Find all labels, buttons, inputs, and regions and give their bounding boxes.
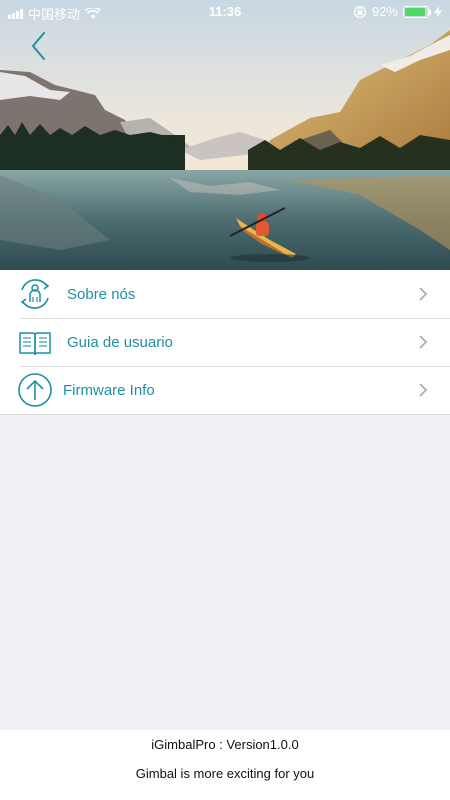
battery-icon: [403, 5, 431, 18]
menu-item-user-guide[interactable]: Guia de usuario: [0, 318, 450, 366]
arrow-up-circle-icon: [18, 373, 52, 407]
menu-item-label: Firmware Info: [63, 381, 155, 399]
battery-percent: 92%: [371, 4, 398, 19]
chevron-right-icon: [419, 383, 428, 397]
back-button[interactable]: [26, 30, 52, 62]
menu-item-label: Sobre nós: [67, 285, 136, 303]
settings-menu: Sobre nós Guia de usuario Firmware Info: [0, 270, 450, 415]
menu-item-label: Guia de usuario: [67, 333, 173, 351]
battery-level-fill: [405, 7, 426, 16]
book-icon: [19, 332, 51, 356]
app-tagline-text: Gimbal is more exciting for you: [135, 766, 315, 781]
hero-banner-image: [0, 0, 450, 270]
charging-icon: [434, 5, 442, 18]
status-bar: 中国移动 11:36 92%: [0, 0, 450, 24]
lake-kayak-illustration: [0, 0, 450, 270]
menu-item-firmware-info[interactable]: Firmware Info: [0, 366, 450, 414]
chevron-right-icon: [419, 287, 428, 301]
app-version-text: iGimbalPro : Version1.0.0: [151, 737, 299, 752]
menu-item-about-us[interactable]: Sobre nós: [0, 270, 450, 318]
person-sync-icon: [20, 279, 50, 309]
chevron-left-icon: [32, 32, 45, 60]
app-footer: iGimbalPro : Version1.0.0 Gimbal is more…: [0, 730, 450, 800]
chevron-right-icon: [419, 335, 428, 349]
orientation-lock-icon: [353, 5, 367, 18]
status-right: 92%: [353, 4, 442, 19]
